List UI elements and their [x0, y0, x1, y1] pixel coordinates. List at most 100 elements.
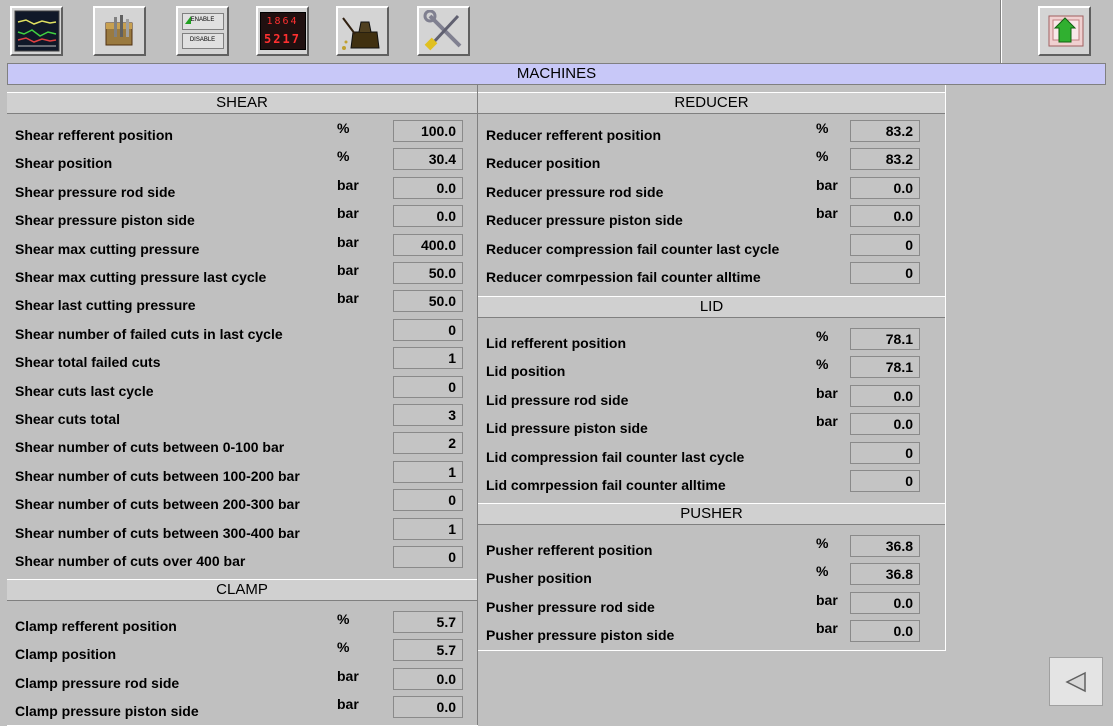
shear-row-unit: bar [337, 205, 359, 222]
settings-button[interactable] [417, 6, 470, 56]
shear-row: Shear max cutting pressure bar 400.0 [7, 233, 477, 262]
enable-disable-icon: ENABLE DISABLE [181, 13, 224, 49]
shear-row-value: 2 [393, 432, 463, 455]
reducer-row-unit: bar [816, 205, 838, 222]
reducer-row-value: 83.2 [850, 148, 920, 171]
clamp-header: CLAMP [7, 579, 477, 601]
clamp-row-value: 0.0 [393, 667, 463, 690]
trend-chart-button[interactable] [10, 6, 63, 56]
pusher-row: Pusher refferent position% 36.8 [478, 535, 945, 563]
shear-row: Shear cuts total 3 [7, 404, 477, 432]
pusher-row-label: Pusher position [486, 570, 592, 587]
shear-row: Shear position% 30.4 [7, 148, 477, 176]
shear-row-label: Shear number of cuts between 100-200 bar [15, 467, 300, 484]
pusher-row: Pusher pressure rod side bar 0.0 [478, 591, 945, 620]
clamp-row-value: 5.7 [393, 639, 463, 662]
shear-header: SHEAR [7, 92, 477, 114]
shear-row-value: 0 [393, 546, 463, 568]
pusher-row-unit: bar [816, 591, 838, 608]
clamp-row-unit: % [337, 639, 350, 656]
reducer-row-label: Reducer pressure rod side [486, 183, 664, 200]
shear-row: Shear number of cuts between 0-100 bar 2 [7, 432, 477, 460]
shear-row-value: 30.4 [393, 148, 463, 171]
shear-row-label: Shear position [15, 155, 113, 172]
reducer-row-unit: % [816, 148, 829, 165]
shear-row: Shear number of failed cuts in last cycl… [7, 318, 477, 347]
shear-row: Shear pressure piston side bar 0.0 [7, 205, 477, 233]
counter-button[interactable]: 1864 5217 [256, 6, 309, 56]
back-arrow-icon [1065, 671, 1086, 692]
shear-row: Shear number of cuts over 400 bar 0 [7, 546, 477, 574]
shear-row: Shear cuts last cycle 0 [7, 375, 477, 404]
reducer-row-label: Reducer refferent position [486, 127, 662, 143]
reducer-row: Reducer position% 83.2 [478, 148, 945, 176]
exit-icon [1048, 15, 1083, 47]
enable-label: ENABLE [190, 17, 215, 23]
tools-icon [423, 10, 461, 51]
shear-row-value: 50.0 [393, 290, 463, 313]
pusher-row-unit: % [816, 563, 829, 580]
lid-row: Lid position% 78.1 [478, 356, 945, 384]
pusher-row-value: 0.0 [850, 620, 920, 643]
right-panel: REDUCER Reducer refferent position% 83.2 R… [478, 85, 946, 651]
reducer-row: Reducer pressure rod side bar 0.0 [478, 176, 945, 205]
shear-row-value: 50.0 [393, 262, 463, 284]
shear-row-unit: bar [337, 176, 359, 193]
shear-row-value: 3 [393, 404, 463, 426]
shear-row-unit: % [337, 120, 350, 136]
shear-row-label: Shear pressure rod side [15, 183, 176, 200]
pusher-row-label: Pusher refferent position [486, 542, 653, 558]
disable-label: DISABLE [189, 36, 216, 43]
reducer-header: REDUCER [478, 92, 945, 114]
shear-row-label: Shear max cutting pressure [15, 240, 200, 257]
shear-row-value: 0 [393, 489, 463, 512]
toolbox-button[interactable] [93, 6, 146, 56]
lid-row: Lid comrpession fail counter alltime 0 [478, 470, 945, 498]
shear-row-value: 0.0 [393, 205, 463, 228]
shear-row: Shear pressure rod side bar 0.0 [7, 176, 477, 205]
oil-can-icon [341, 17, 380, 50]
lid-row-value: 0 [850, 470, 920, 492]
shear-row-value: 1 [393, 460, 463, 483]
shear-row-label: Shear number of cuts between 300-400 bar [15, 524, 300, 541]
reducer-row-unit: % [816, 120, 829, 136]
shear-row: Shear max cutting pressure last cycle bar… [7, 262, 477, 290]
back-button[interactable] [1049, 657, 1103, 706]
shear-row: Shear refferent position% 100.0 [7, 120, 477, 148]
clamp-row: Clamp position% 5.7 [7, 639, 477, 667]
pusher-row-value: 0.0 [850, 591, 920, 614]
lid-row: Lid refferent position% 78.1 [478, 328, 945, 356]
reducer-row-value: 0 [850, 262, 920, 284]
lid-row: Lid pressure rod side bar 0.0 [478, 384, 945, 413]
counter-top: 1864 [266, 15, 299, 27]
clamp-row: Clamp pressure rod side bar 0.0 [7, 667, 477, 696]
reducer-row: Reducer refferent position% 83.2 [478, 120, 945, 148]
pusher-row-value: 36.8 [850, 563, 920, 586]
enable-disable-button[interactable]: ENABLE DISABLE [176, 6, 229, 56]
lid-row-unit: bar [816, 384, 838, 401]
lid-row-unit: % [816, 328, 829, 344]
left-panel: SHEAR Shear refferent position% 100.0 Shea… [7, 85, 478, 726]
reducer-row-value: 0.0 [850, 176, 920, 199]
lid-row: Lid compression fail counter last cycle 0 [478, 441, 945, 470]
shear-row-label: Shear last cutting pressure [15, 297, 196, 314]
shear-row-value: 0 [393, 318, 463, 341]
counter-display-icon: 1864 5217 [259, 12, 306, 50]
clamp-row-label: Clamp position [15, 646, 117, 663]
shear-row-label: Shear max cutting pressure last cycle [15, 269, 267, 285]
shear-row: Shear number of cuts between 300-400 bar… [7, 517, 477, 546]
trend-chart-icon [14, 10, 59, 52]
shear-row-value: 1 [393, 347, 463, 370]
lubrication-button[interactable] [336, 6, 389, 56]
reducer-row-label: Reducer position [486, 155, 601, 172]
pusher-row-unit: bar [816, 620, 838, 637]
shear-row-value: 400.0 [393, 233, 463, 256]
exit-button[interactable] [1038, 6, 1091, 56]
clamp-row-unit: bar [337, 667, 359, 684]
lid-row-label: Lid refferent position [486, 335, 626, 351]
reducer-row-label: Reducer pressure piston side [486, 212, 683, 229]
clamp-row-unit: % [337, 611, 350, 627]
clamp-row-value: 5.7 [393, 611, 463, 633]
lid-row-value: 0.0 [850, 413, 920, 436]
shear-row-label: Shear total failed cuts [15, 354, 161, 371]
